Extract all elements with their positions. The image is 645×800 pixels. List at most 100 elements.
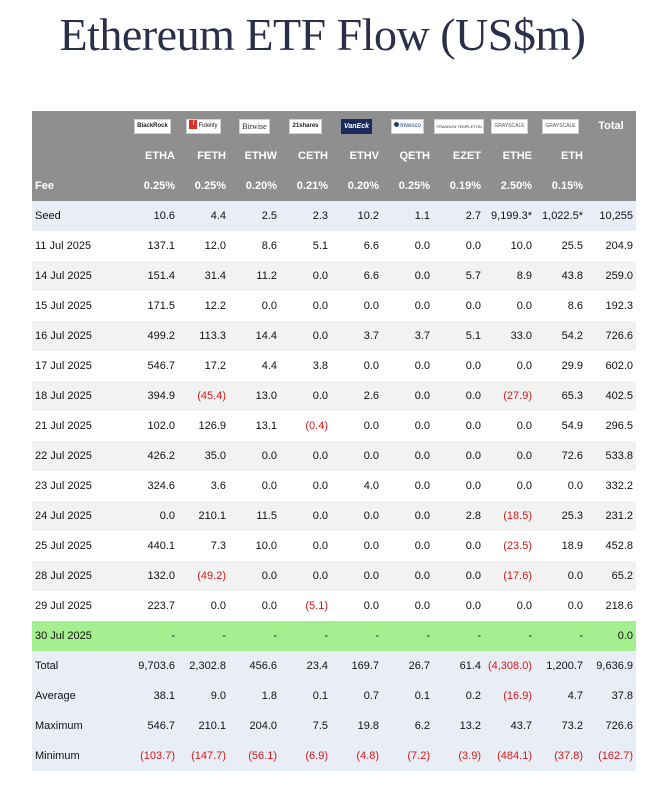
table-row: Seed 10.6 4.4 2.5 2.3 10.2 1.1 2.7 9,199.3* 1,022… — [32, 201, 636, 231]
flow-value: (103.7) — [127, 741, 178, 771]
flow-value: 0.0 — [465, 540, 481, 552]
flow-value: (37.8) — [535, 741, 586, 771]
fidelity-logo: f Fidelity — [186, 118, 221, 134]
flow-value: 0.0 — [465, 600, 481, 612]
flow-value: 0.0 — [433, 561, 484, 591]
flow-value: 8.6 — [261, 240, 277, 252]
flow-value: 25.3 — [535, 501, 586, 531]
flow-value: 1.1 — [382, 201, 433, 231]
flow-value: 54.9 — [561, 420, 583, 432]
issuer-logo-text: Bitwise — [242, 121, 267, 131]
fee-row: Fee 0.25% 0.25% 0.20% 0.21% 0.20% 0.25% 0.19% 2.… — [32, 171, 636, 201]
fee-cell: 0.25% — [178, 171, 229, 201]
flow-value: 394.9 — [127, 381, 178, 411]
flow-value: 0.0 — [280, 561, 331, 591]
ticker-cell: FETH — [178, 141, 229, 171]
fee-cell: 0.15% — [535, 171, 586, 201]
flow-value: 169.7 — [331, 651, 382, 681]
flow-value: (147.7) — [178, 741, 229, 771]
flow-value: 10.2 — [331, 201, 382, 231]
fee-cell: 0.21% — [280, 171, 331, 201]
row-label: Average — [32, 681, 127, 711]
flow-value: 14.4 — [229, 321, 280, 351]
flow-value: 0.7 — [331, 681, 382, 711]
flow-value: 0.0 — [331, 501, 382, 531]
issuer-logo-text: Fidelity — [198, 122, 218, 129]
flow-value: 132.0 — [127, 561, 178, 591]
flow-value: 11.2 — [229, 261, 280, 291]
flow-value: 0.0 — [433, 441, 484, 471]
flow-value: 19.8 — [331, 711, 382, 741]
row-total: 259.0 — [586, 261, 636, 291]
table-row: 18 Jul 2025 394.9 (45.4) 13.0 0.0 2.6 0.0 0.0 (2… — [32, 381, 636, 411]
flow-value: 7.3 — [210, 540, 226, 552]
row-total: 726.6 — [586, 321, 636, 351]
issuer-logo-text: GRAYSCALE — [545, 122, 576, 129]
flow-value: 0.0 — [414, 600, 430, 612]
flow-value: - — [178, 621, 229, 651]
fidelity-mark-icon: f — [189, 120, 198, 130]
issuer-logo-cell: BlackRock — [127, 111, 178, 141]
issuer-logo-cell: VanEck — [331, 111, 382, 141]
flow-value: (23.5) — [503, 540, 532, 552]
ticker-cell: EZET — [433, 141, 484, 171]
flow-value: (4.8) — [331, 741, 382, 771]
flow-value: 9.0 — [178, 681, 229, 711]
row-total: 452.8 — [605, 540, 633, 552]
flow-value: (18.5) — [484, 501, 535, 531]
flow-value: 5.7 — [433, 261, 484, 291]
row-label: 28 Jul 2025 — [32, 561, 127, 591]
fee-cell: 0.20% — [331, 171, 382, 201]
flow-value: 33.0 — [484, 321, 535, 351]
flow-value: - — [433, 621, 484, 651]
flow-value: 2.7 — [433, 201, 484, 231]
flow-value: 0.0 — [382, 561, 433, 591]
ticker-cell: QETH — [382, 141, 433, 171]
table-row: 16 Jul 2025 499.2 113.3 14.4 0.0 3.7 3.7 5.1 33.… — [32, 321, 636, 351]
flow-value: 4.4 — [178, 201, 229, 231]
flow-value: 0.0 — [210, 600, 226, 612]
issuer-logo-row: BlackRock f Fidelity Bitwise 21shares VanEck I… — [32, 111, 636, 141]
issuer-logo-text: VanEck — [343, 122, 370, 130]
row-label: 18 Jul 2025 — [32, 381, 127, 411]
row-total: 10,255 — [586, 201, 636, 231]
flow-value: 0.0 — [312, 540, 328, 552]
row-label: 17 Jul 2025 — [35, 360, 92, 372]
flow-value: 0.0 — [280, 261, 331, 291]
row-label: 30 Jul 2025 — [32, 621, 127, 651]
fee-cell: 2.50% — [484, 171, 535, 201]
flow-value: 0.0 — [535, 561, 586, 591]
flow-value: 65.3 — [535, 381, 586, 411]
flow-value: 1.8 — [229, 681, 280, 711]
total-header-label: Total — [598, 120, 624, 132]
flow-value: 35.0 — [178, 441, 229, 471]
row-total: 726.6 — [586, 711, 636, 741]
flow-value: 0.0 — [331, 561, 382, 591]
grayscale-logo: GRAYSCALE — [542, 118, 579, 134]
issuer-logo-cell: GRAYSCALE — [535, 111, 586, 141]
flow-value: - — [484, 621, 535, 651]
table-row: 24 Jul 2025 0.0 210.1 11.5 0.0 0.0 0.0 2.8 (18.5… — [32, 501, 636, 531]
flow-value: 7.5 — [280, 711, 331, 741]
flow-value: 0.0 — [363, 420, 379, 432]
ticker-cell: ETHE — [484, 141, 535, 171]
flow-value: 426.2 — [127, 441, 178, 471]
vaneck-logo: VanEck — [340, 118, 373, 134]
issuer-logo-text: BlackRock — [137, 122, 168, 129]
flow-value: 0.0 — [229, 441, 280, 471]
flow-value: 102.0 — [147, 420, 175, 432]
issuer-logo-cell: Bitwise — [229, 111, 280, 141]
flow-value: 11.5 — [229, 501, 280, 531]
flow-value: 3.6 — [210, 480, 226, 492]
flow-value: (49.2) — [178, 561, 229, 591]
flow-value: 13.2 — [433, 711, 484, 741]
row-label: Minimum — [32, 741, 127, 771]
table-row: 22 Jul 2025 426.2 35.0 0.0 0.0 0.0 0.0 0.0 0.0 72… — [32, 441, 636, 471]
ticker-row: ETHA FETH ETHW CETH ETHV QETH EZET ETHE ETH — [32, 141, 636, 171]
flow-value: 0.0 — [312, 300, 328, 312]
flow-value: 2.3 — [280, 201, 331, 231]
page-title: Ethereum ETF Flow (US$m) — [59, 9, 586, 60]
flow-value: 10.0 — [510, 240, 532, 252]
row-total: 218.6 — [605, 600, 633, 612]
issuer-logo-cell: 21shares — [280, 111, 331, 141]
